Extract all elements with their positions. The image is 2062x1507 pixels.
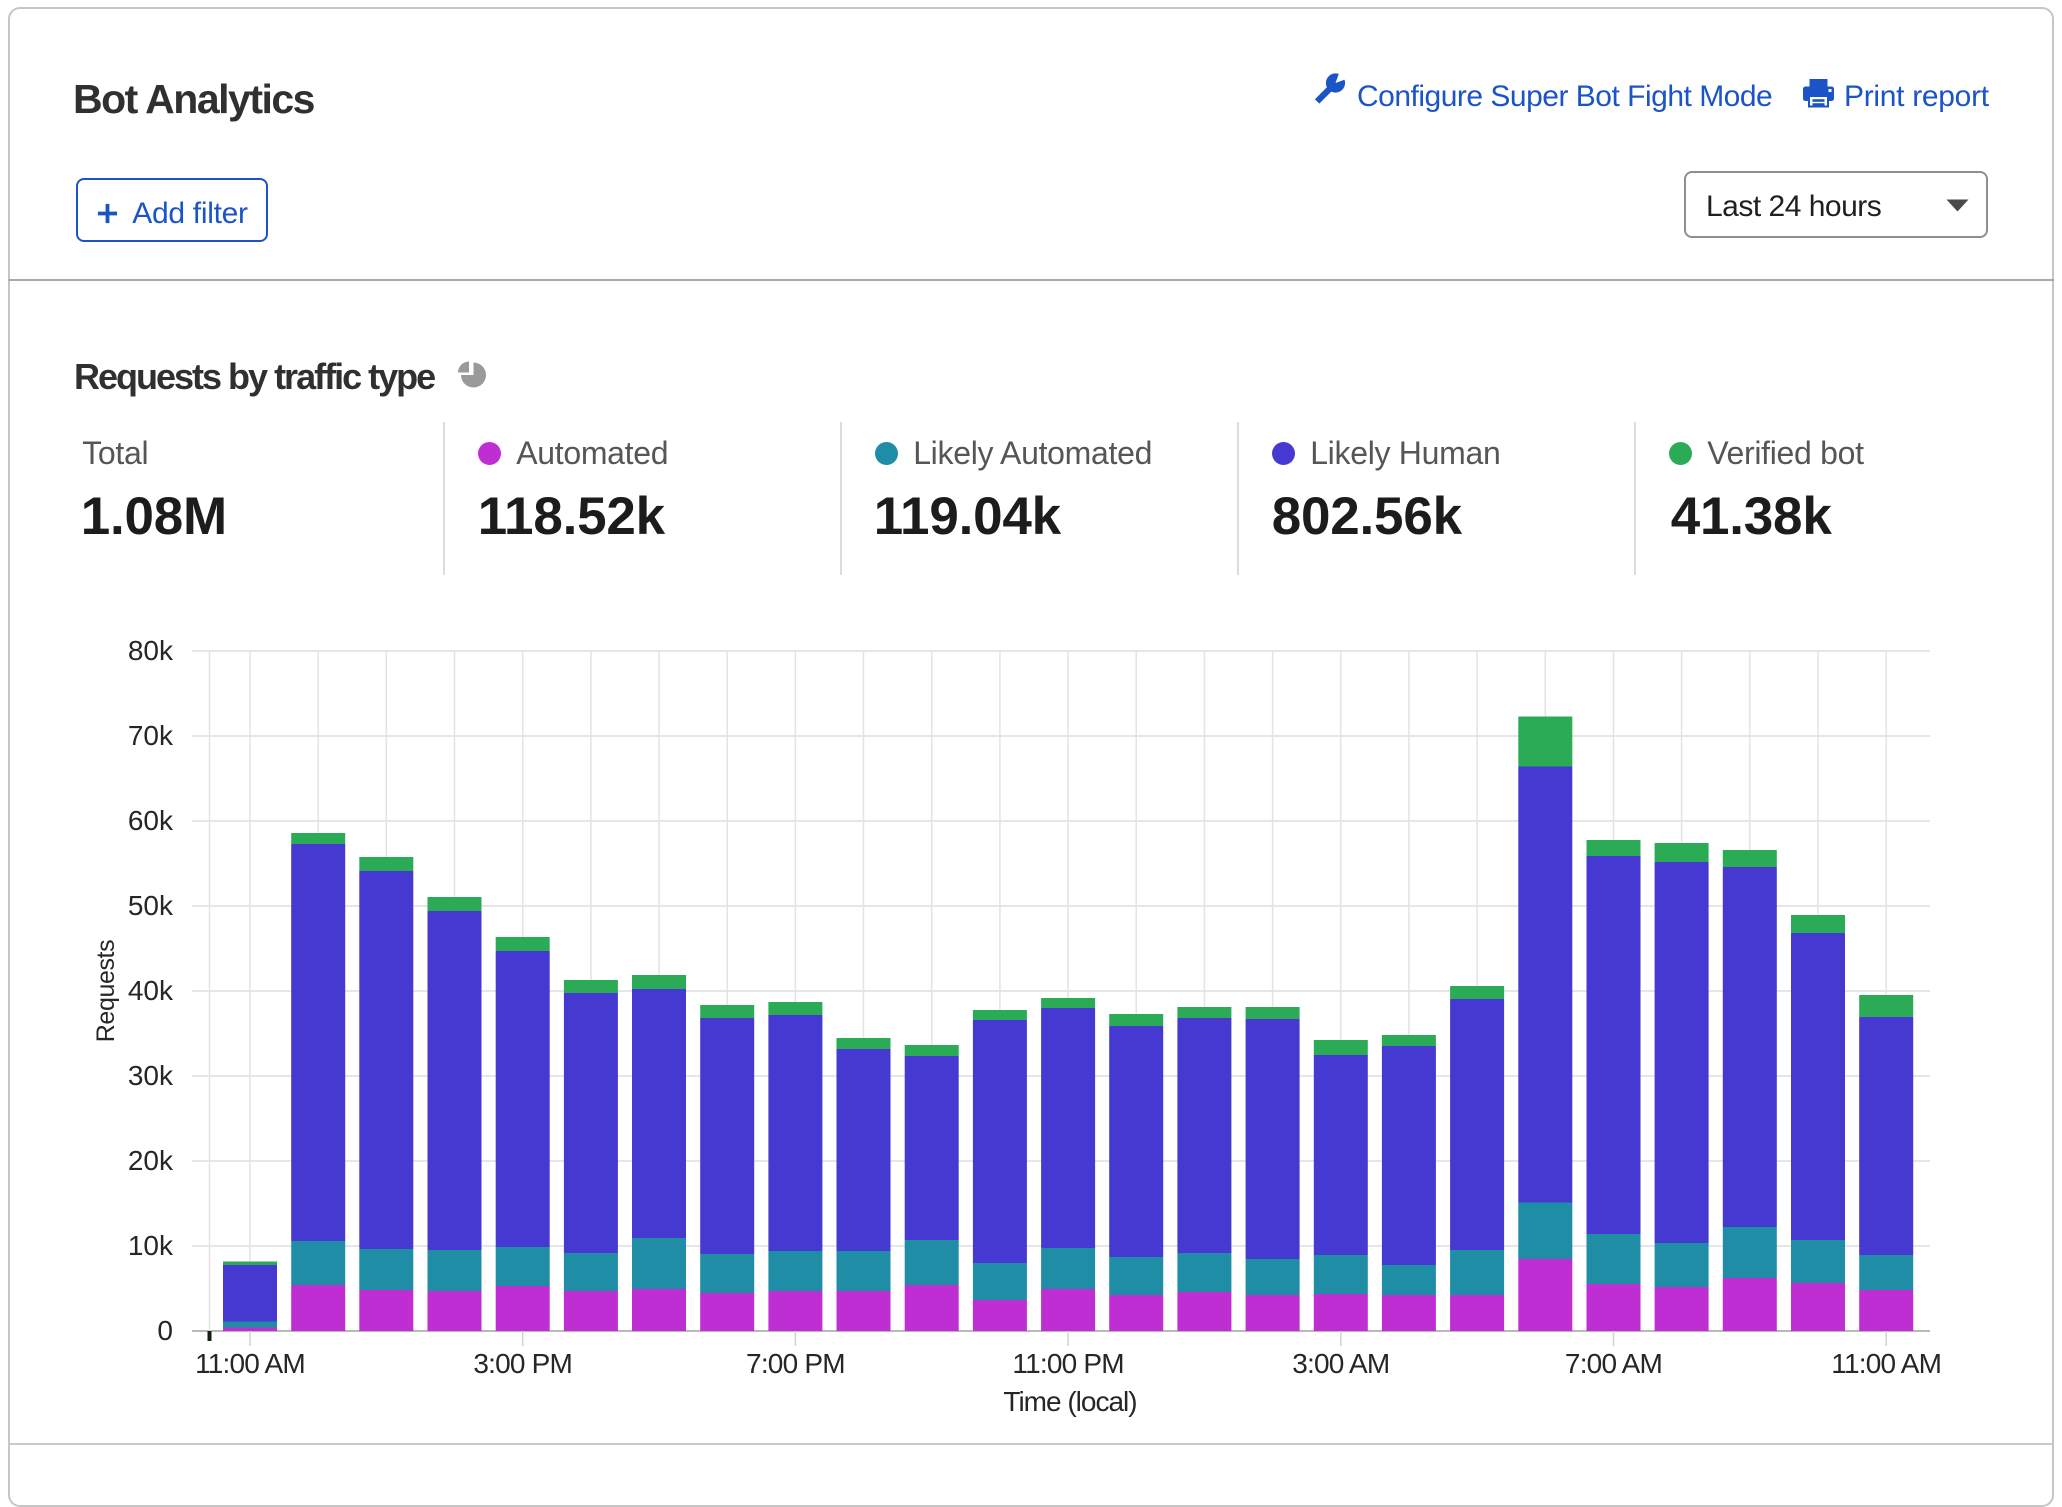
- svg-text:10k: 10k: [128, 1230, 174, 1261]
- svg-text:11:00 AM: 11:00 AM: [195, 1348, 305, 1379]
- svg-text:Requests: Requests: [92, 940, 120, 1042]
- svg-text:30k: 30k: [128, 1060, 174, 1091]
- svg-text:11:00 PM: 11:00 PM: [1012, 1348, 1123, 1379]
- svg-text:50k: 50k: [128, 890, 174, 921]
- svg-text:40k: 40k: [128, 975, 174, 1006]
- svg-text:60k: 60k: [128, 805, 174, 836]
- svg-text:7:00 AM: 7:00 AM: [1565, 1348, 1662, 1379]
- svg-text:70k: 70k: [128, 720, 174, 751]
- svg-text:0: 0: [157, 1315, 173, 1346]
- svg-text:11:00 AM: 11:00 AM: [1831, 1348, 1941, 1379]
- svg-text:3:00 PM: 3:00 PM: [473, 1348, 572, 1379]
- svg-text:80k: 80k: [128, 635, 174, 666]
- svg-text:Time (local): Time (local): [1003, 1386, 1136, 1417]
- svg-text:3:00 AM: 3:00 AM: [1292, 1348, 1389, 1379]
- svg-text:20k: 20k: [128, 1145, 174, 1176]
- svg-text:7:00 PM: 7:00 PM: [746, 1348, 845, 1379]
